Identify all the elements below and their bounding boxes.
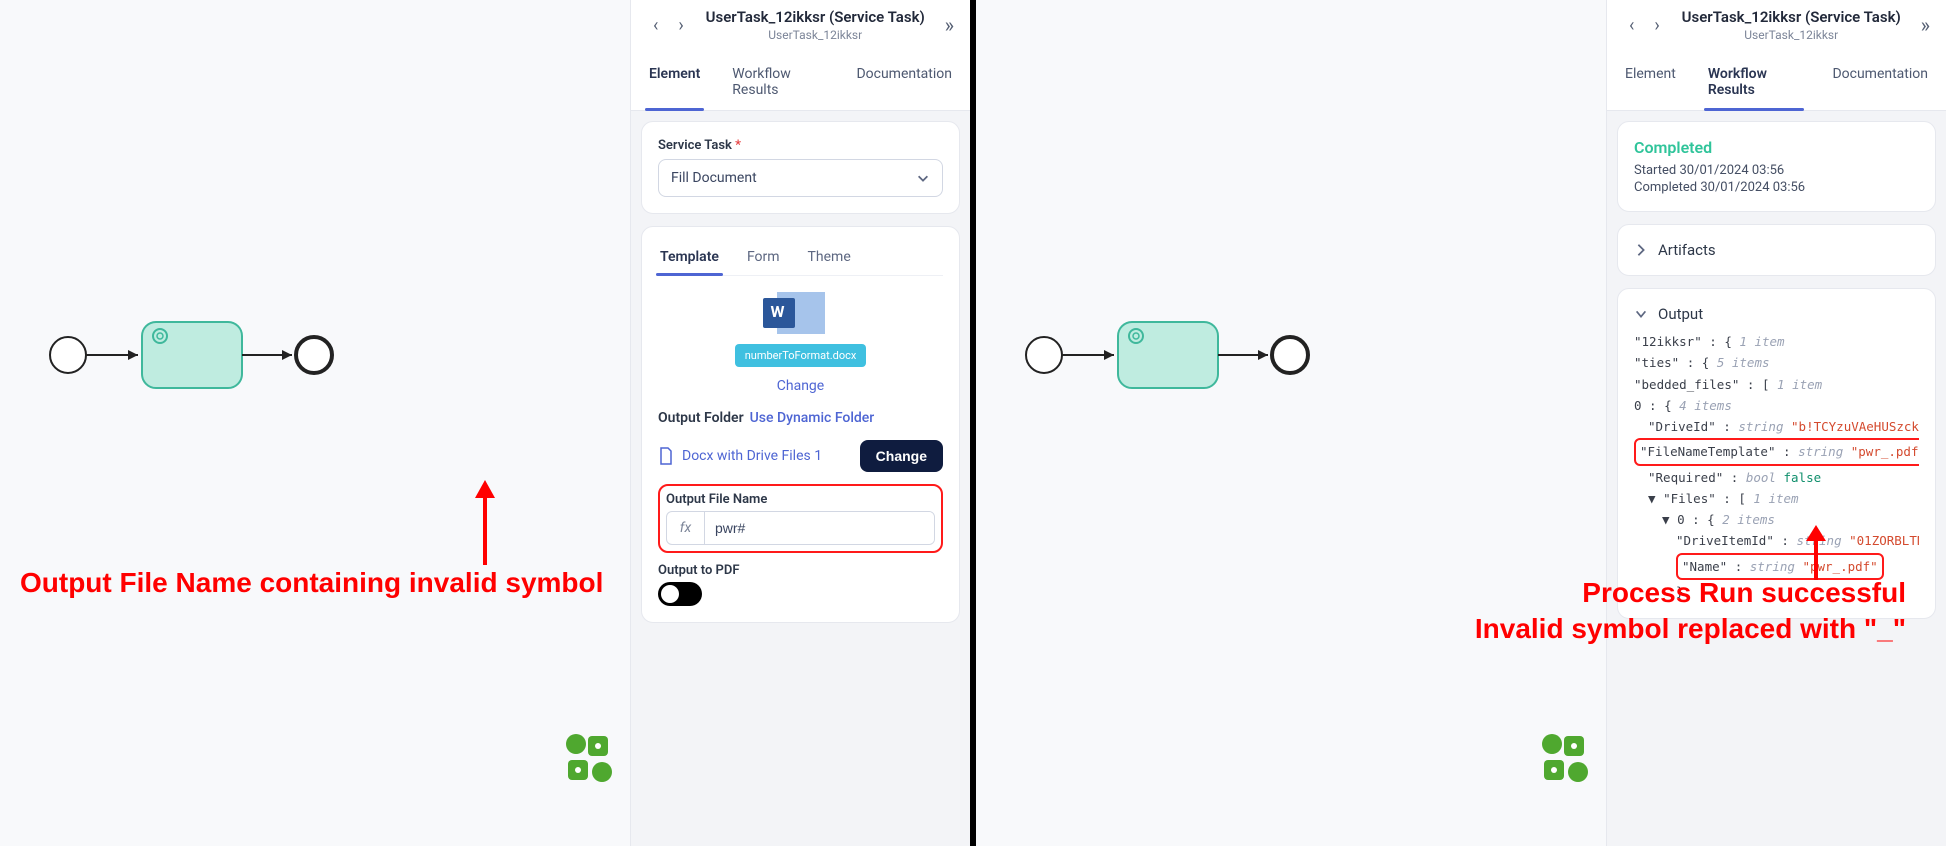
file-icon [658, 447, 674, 465]
json-row: 0 : { 4 items [1634, 395, 1919, 416]
drive-file-left: Docx with Drive Files 1 [658, 447, 822, 465]
service-task-select[interactable]: Fill Document [658, 159, 943, 197]
drive-file-label: Docx with Drive Files 1 [682, 448, 822, 464]
panel-tabs-right: Element Workflow Results Documentation [1607, 56, 1946, 111]
json-row: "DriveId" : string "b!TCYzuVAeHUSzcko_lP… [1634, 416, 1919, 437]
panel-subtitle-right: UserTask_12ikksr [1674, 28, 1909, 42]
panel-header-right: ‹ › UserTask_12ikksr (Service Task) User… [1607, 0, 1946, 42]
right-panel: ‹ › UserTask_12ikksr (Service Task) User… [1606, 0, 1946, 846]
tab-workflow-results-right[interactable]: Workflow Results [1706, 56, 1803, 110]
service-task-card: Service Task * Fill Document [641, 121, 960, 214]
panel-subtitle: UserTask_12ikksr [698, 28, 933, 42]
bpmn-diagram [48, 310, 338, 400]
output-folder-label: Output Folder [658, 410, 744, 426]
status-completed: Completed 30/01/2024 03:56 [1634, 180, 1919, 195]
output-toggle[interactable]: Output [1634, 305, 1919, 323]
drive-change-button[interactable]: Change [860, 440, 943, 472]
template-subtabs: Template Form Theme [658, 243, 943, 276]
subtab-form[interactable]: Form [745, 243, 782, 275]
fx-button[interactable]: fx [667, 512, 705, 544]
tab-element-right[interactable]: Element [1623, 56, 1678, 110]
artifacts-card: Artifacts [1617, 224, 1936, 276]
bpmn-diagram-right [1024, 310, 1314, 400]
output-card: Output "12ikksr" : { 1 item "ties" : { 5… [1617, 288, 1936, 619]
expand-button-right[interactable]: » [1917, 9, 1930, 41]
prev-button-right[interactable]: ‹ [1623, 11, 1640, 40]
tab-workflow-results[interactable]: Workflow Results [730, 56, 826, 110]
right-pane: ‹ › UserTask_12ikksr (Service Task) User… [976, 0, 1946, 846]
bpmn-canvas[interactable] [0, 0, 630, 846]
helper-icon-right[interactable] [1538, 732, 1594, 788]
template-card: Template Form Theme numberToFormat.docx … [641, 226, 960, 623]
output-folder-row: Output Folder Use Dynamic Folder [658, 410, 943, 426]
service-task-label: Service Task * [658, 138, 943, 153]
chevron-down-icon [916, 171, 930, 185]
expand-button[interactable]: » [941, 9, 954, 41]
tab-documentation[interactable]: Documentation [854, 56, 954, 110]
output-file-name-wrap: Output File Name fx [658, 484, 943, 553]
subtab-template[interactable]: Template [658, 243, 721, 275]
left-pane: ‹ › UserTask_12ikksr (Service Task) User… [0, 0, 970, 846]
json-row: ▼ "Files" : [ 1 item [1634, 488, 1919, 509]
json-row: "12ikksr" : { 1 item [1634, 331, 1919, 352]
bpmn-canvas-right[interactable] [976, 0, 1606, 846]
chevron-down-icon [1634, 307, 1648, 321]
subtab-theme[interactable]: Theme [806, 243, 853, 275]
json-output: "12ikksr" : { 1 item "ties" : { 5 items … [1634, 331, 1919, 602]
status-title: Completed [1634, 138, 1919, 157]
json-row: "ties" : { 5 items [1634, 352, 1919, 373]
output-file-name-label: Output File Name [666, 492, 935, 507]
panel-header: ‹ › UserTask_12ikksr (Service Task) User… [631, 0, 970, 42]
panel-titles-right: UserTask_12ikksr (Service Task) UserTask… [1674, 8, 1909, 42]
panel-body-right: Completed Started 30/01/2024 03:56 Compl… [1607, 111, 1946, 846]
prev-button[interactable]: ‹ [647, 11, 664, 40]
output-file-name-group: fx [666, 511, 935, 545]
file-preview: numberToFormat.docx Change [658, 292, 943, 394]
output-to-pdf-toggle[interactable] [658, 582, 702, 606]
word-icon [777, 292, 825, 334]
json-row: "bedded_files" : [ 1 item [1634, 374, 1919, 395]
tab-documentation-right[interactable]: Documentation [1830, 56, 1930, 110]
json-row: ▼ 0 : { 2 items [1634, 509, 1919, 530]
output-file-name-input[interactable] [705, 512, 934, 544]
chevron-right-icon [1634, 243, 1648, 257]
panel-titles: UserTask_12ikksr (Service Task) UserTask… [698, 8, 933, 42]
use-dynamic-folder-link[interactable]: Use Dynamic Folder [750, 410, 875, 426]
panel-title-right: UserTask_12ikksr (Service Task) [1674, 8, 1909, 26]
status-card: Completed Started 30/01/2024 03:56 Compl… [1617, 121, 1936, 212]
next-button-right[interactable]: › [1648, 11, 1665, 40]
tab-element[interactable]: Element [647, 56, 702, 110]
change-file-link[interactable]: Change [777, 378, 824, 394]
viewport: ‹ › UserTask_12ikksr (Service Task) User… [0, 0, 1946, 846]
panel-title: UserTask_12ikksr (Service Task) [698, 8, 933, 26]
output-to-pdf-label: Output to PDF [658, 563, 943, 578]
json-row: } [1634, 581, 1919, 602]
service-task-value: Fill Document [671, 170, 757, 186]
artifacts-label: Artifacts [1658, 241, 1716, 259]
json-row: "DriveItemId" : string "01ZORBLTNRH [1634, 530, 1919, 551]
drive-file-row: Docx with Drive Files 1 Change [658, 440, 943, 472]
artifacts-toggle[interactable]: Artifacts [1634, 241, 1919, 259]
panel-tabs: Element Workflow Results Documentation [631, 56, 970, 111]
output-label: Output [1658, 305, 1703, 323]
json-row: "Required" : bool false [1634, 467, 1919, 488]
status-started: Started 30/01/2024 03:56 [1634, 163, 1919, 178]
json-highlight-name: "Name" : string "pwr_.pdf" [1634, 552, 1919, 581]
helper-icon[interactable] [562, 732, 618, 788]
panel-body: Service Task * Fill Document Template Fo… [631, 111, 970, 846]
file-name-pill: numberToFormat.docx [735, 344, 867, 367]
next-button[interactable]: › [672, 11, 689, 40]
json-highlight-filename: "FileNameTemplate" : string "pwr_.pdf" [1634, 437, 1919, 466]
left-panel: ‹ › UserTask_12ikksr (Service Task) User… [630, 0, 970, 846]
